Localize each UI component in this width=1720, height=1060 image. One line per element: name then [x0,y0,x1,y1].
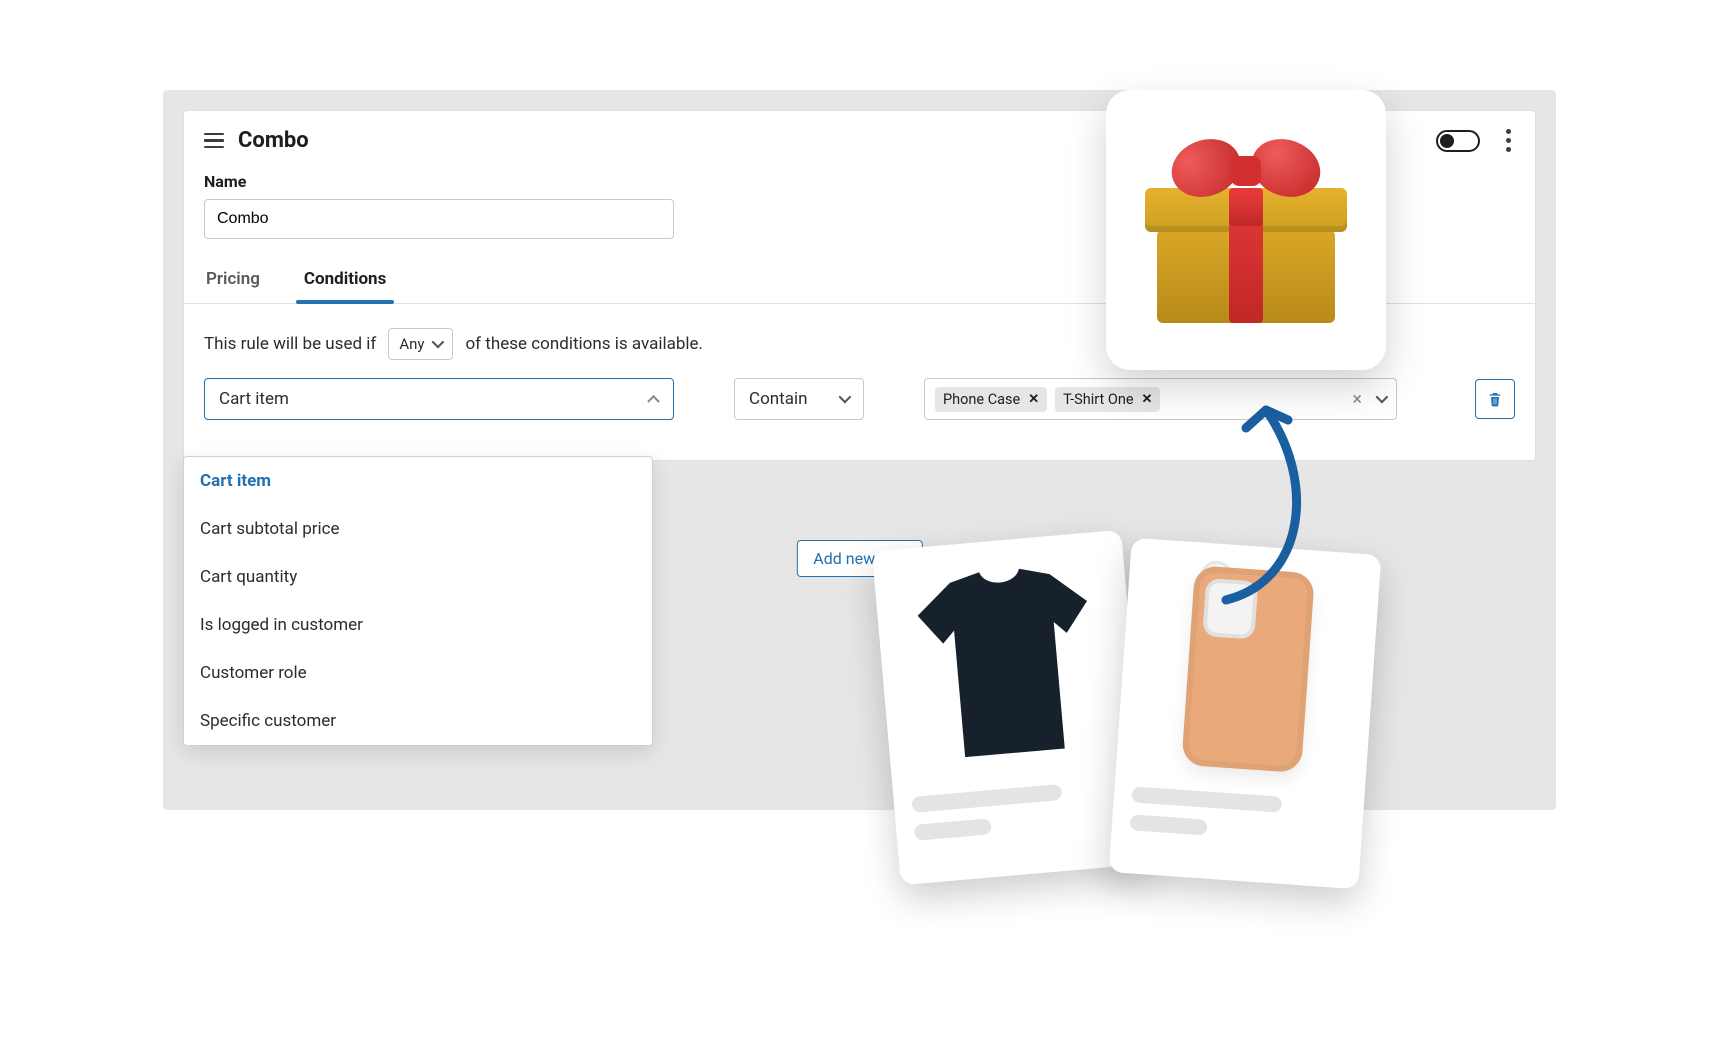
tag-label: T-Shirt One [1063,391,1133,408]
lhs-value: Cart item [219,389,289,409]
tag-chip: Phone Case ✕ [935,387,1047,412]
gift-illustration [1106,90,1386,370]
chevron-down-icon [432,339,442,349]
placeholder-lines [1130,786,1347,845]
match-mode-select[interactable]: Any [388,328,453,360]
dropdown-option[interactable]: Cart quantity [184,553,652,601]
tab-conditions[interactable]: Conditions [302,269,388,303]
dropdown-option[interactable]: Cart subtotal price [184,505,652,553]
product-card-tshirt [872,530,1150,886]
chevron-down-icon [839,394,849,404]
tshirt-image [891,549,1122,777]
dropdown-option[interactable]: Cart item [184,457,652,505]
condition-row: Cart item Contain Phone Case ✕ T-Shirt O… [184,378,1535,460]
delete-rule-button[interactable] [1475,379,1515,419]
panel-title: Combo [238,128,309,153]
sentence-pre: This rule will be used if [204,334,376,354]
match-mode-value: Any [399,335,424,353]
dropdown-option[interactable]: Is logged in customer [184,601,652,649]
operator-value: Contain [749,389,807,409]
lhs-dropdown: Cart item Cart subtotal price Cart quant… [183,456,653,746]
trash-icon [1487,390,1503,408]
operator-select[interactable]: Contain [734,378,864,420]
placeholder-lines [911,778,1128,840]
tag-chip: T-Shirt One ✕ [1055,387,1160,412]
name-input[interactable] [204,199,674,239]
clear-all-icon[interactable]: × [1346,389,1368,410]
dropdown-option[interactable]: Specific customer [184,697,652,745]
tab-pricing[interactable]: Pricing [204,269,262,303]
chevron-up-icon [649,394,659,404]
gift-icon [1151,138,1341,323]
more-menu-icon[interactable] [1502,125,1515,156]
sentence-post: of these conditions is available. [465,334,703,354]
lhs-select[interactable]: Cart item [204,378,674,420]
remove-tag-icon[interactable]: ✕ [1028,392,1039,407]
value-multiselect[interactable]: Phone Case ✕ T-Shirt One ✕ × [924,378,1397,420]
enabled-toggle[interactable] [1436,130,1480,152]
dropdown-option[interactable]: Customer role [184,649,652,697]
remove-tag-icon[interactable]: ✕ [1142,392,1153,407]
arrow-illustration [1206,390,1326,610]
tag-label: Phone Case [943,391,1020,408]
menu-icon[interactable] [204,133,224,149]
app-frame: Combo Name Pricing Conditions This rule … [163,90,1556,810]
header-actions [1436,125,1515,156]
chevron-down-icon [1376,394,1386,404]
